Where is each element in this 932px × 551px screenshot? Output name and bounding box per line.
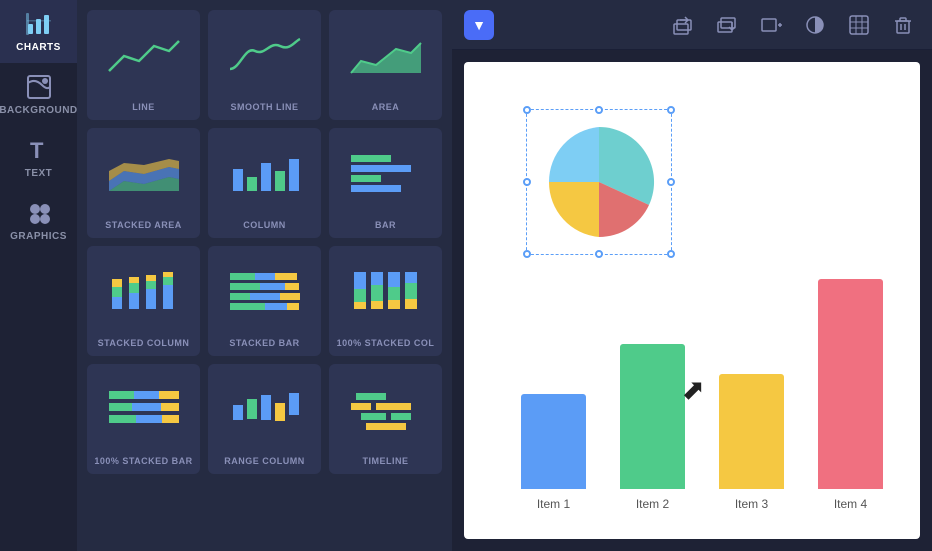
handle-ml[interactable] (523, 178, 531, 186)
chart-tile-stacked-area[interactable]: STACKED AREA (87, 128, 200, 238)
chart-icon-stacked-area (91, 134, 196, 214)
pie-chart (534, 117, 664, 247)
chart-tile-label-column: COLUMN (243, 220, 286, 230)
chart-tile-range-column[interactable]: RANGE COLUMN (208, 364, 321, 474)
chart-tile-bar[interactable]: BAR (329, 128, 442, 238)
chart-tile-area[interactable]: AREA (329, 10, 442, 120)
chart-tile-label-stacked-area: STACKED AREA (105, 220, 182, 230)
bar-group-item1: Item 1 (521, 394, 586, 511)
chart-tile-label-stacked-column: STACKED COLUMN (98, 338, 190, 348)
bar-item3 (719, 374, 784, 489)
sidebar-item-text[interactable]: T TEXT (0, 126, 77, 189)
pie-chart-container[interactable] (534, 117, 664, 252)
chart-tile-100-stacked-col[interactable]: 100% STACKED COL (329, 246, 442, 356)
sidebar-label-text: TEXT (25, 168, 53, 179)
chart-tile-label-bar: BAR (375, 220, 396, 230)
chart-tile-100-stacked-bar[interactable]: 100% STACKED BAR (87, 364, 200, 474)
bar-label-item3: Item 3 (735, 497, 768, 511)
contrast-button[interactable] (798, 10, 832, 40)
bar-item1 (521, 394, 586, 489)
chart-panel: LINE SMOOTH LINE AREA (77, 0, 452, 551)
toolbar: ▼ (452, 0, 932, 50)
chart-tile-label-100-stacked-col: 100% STACKED COL (337, 338, 435, 348)
sidebar-item-graphics[interactable]: GRAPHICS (0, 189, 77, 252)
canvas-area[interactable]: Item 1 Item 2 Item 3 Item 4 ⬈ (464, 62, 920, 539)
chart-tile-column[interactable]: COLUMN (208, 128, 321, 238)
texture-button[interactable] (842, 10, 876, 40)
chart-icon-timeline (333, 370, 438, 450)
bar-chart: Item 1 Item 2 Item 3 Item 4 (504, 279, 900, 511)
delete-button[interactable] (886, 10, 920, 40)
bar-group-item3: Item 3 (719, 374, 784, 511)
sidebar-item-background[interactable]: BACKGROUND (0, 63, 77, 126)
svg-text:T: T (30, 138, 44, 163)
chart-icon-stacked-bar (212, 252, 317, 332)
chart-tile-label-stacked-bar: STACKED BAR (229, 338, 299, 348)
bar-label-item1: Item 1 (537, 497, 570, 511)
chevron-down-button[interactable]: ▼ (464, 10, 494, 40)
handle-top[interactable] (595, 106, 603, 114)
layer-down-button[interactable] (710, 10, 744, 40)
graphics-icon (25, 199, 53, 227)
sidebar-label-graphics: GRAPHICS (10, 231, 67, 242)
sidebar-item-charts[interactable]: CHARTS (0, 0, 77, 63)
handle-tr[interactable] (667, 106, 675, 114)
chart-icon-100-stacked-bar (91, 370, 196, 450)
bar-group-item2: Item 2 (620, 344, 685, 511)
chart-icon-100-stacked-col (333, 252, 438, 332)
handle-bm[interactable] (595, 250, 603, 258)
handle-tl[interactable] (523, 106, 531, 114)
chart-icon-bar (333, 134, 438, 214)
handle-br[interactable] (667, 250, 675, 258)
chart-tile-label-smooth-line: SMOOTH LINE (231, 102, 299, 112)
layer-up-button[interactable] (666, 10, 700, 40)
chart-tile-label-timeline: TIMELINE (363, 456, 409, 466)
chart-icon-line (91, 16, 196, 96)
bar-item2 (620, 344, 685, 489)
chart-icon-stacked-column (91, 252, 196, 332)
chart-icon-range-column (212, 370, 317, 450)
chart-tile-timeline[interactable]: TIMELINE (329, 364, 442, 474)
bar-item4 (818, 279, 883, 489)
sidebar: CHARTS BACKGROUND T TEXT GRAPHICS (0, 0, 77, 551)
chart-tile-stacked-column[interactable]: STACKED COLUMN (87, 246, 200, 356)
chart-tile-line[interactable]: LINE (87, 10, 200, 120)
bar-chart-icon (25, 10, 53, 38)
chart-icon-area (333, 16, 438, 96)
chart-icon-smooth-line (212, 16, 317, 96)
chart-icon-column (212, 134, 317, 214)
bar-label-item2: Item 2 (636, 497, 669, 511)
bar-label-item4: Item 4 (834, 497, 867, 511)
handle-bl[interactable] (523, 250, 531, 258)
handle-mr[interactable] (667, 178, 675, 186)
chart-tile-stacked-bar[interactable]: STACKED BAR (208, 246, 321, 356)
sidebar-label-background: BACKGROUND (0, 105, 78, 116)
chart-tile-label-range-column: RANGE COLUMN (224, 456, 305, 466)
bar-group-item4: Item 4 (818, 279, 883, 511)
sidebar-label-charts: CHARTS (16, 42, 61, 53)
add-element-button[interactable] (754, 10, 788, 40)
main-area: ▼ (452, 0, 932, 551)
background-icon (25, 73, 53, 101)
chart-tile-label-area: AREA (372, 102, 400, 112)
chart-tile-label-100-stacked-bar: 100% STACKED BAR (94, 456, 192, 466)
chart-tile-label-line: LINE (132, 102, 155, 112)
chart-grid: LINE SMOOTH LINE AREA (87, 10, 442, 474)
chart-tile-smooth-line[interactable]: SMOOTH LINE (208, 10, 321, 120)
text-icon: T (25, 136, 53, 164)
